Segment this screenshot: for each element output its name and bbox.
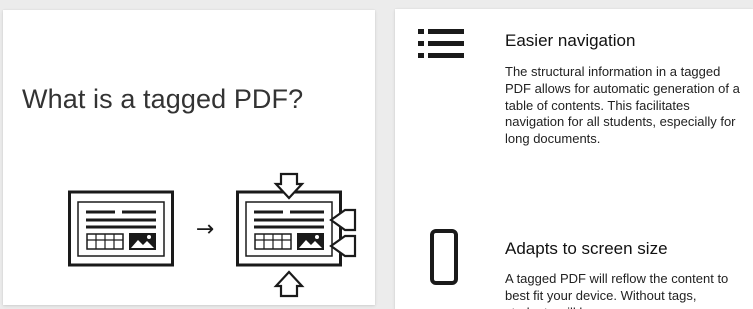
intro-title: What is a tagged PDF? xyxy=(22,84,304,114)
untagged-document-icon xyxy=(68,190,174,267)
feature-title: Adapts to screen size xyxy=(505,239,668,258)
tagged-pdf-diagram: → xyxy=(68,172,357,298)
feature-description: A tagged PDF will reflow the content to … xyxy=(505,271,729,309)
diagram-arrow: → xyxy=(196,217,214,242)
tagged-document-icon xyxy=(236,172,357,298)
feature-description: The structural information in a tagged P… xyxy=(505,64,740,147)
list-icon xyxy=(418,29,464,58)
features-card: Easier navigation The structural informa… xyxy=(395,9,753,309)
intro-card: What is a tagged PDF? → xyxy=(3,10,375,305)
feature-title: Easier navigation xyxy=(505,31,636,50)
phone-icon xyxy=(430,229,458,285)
